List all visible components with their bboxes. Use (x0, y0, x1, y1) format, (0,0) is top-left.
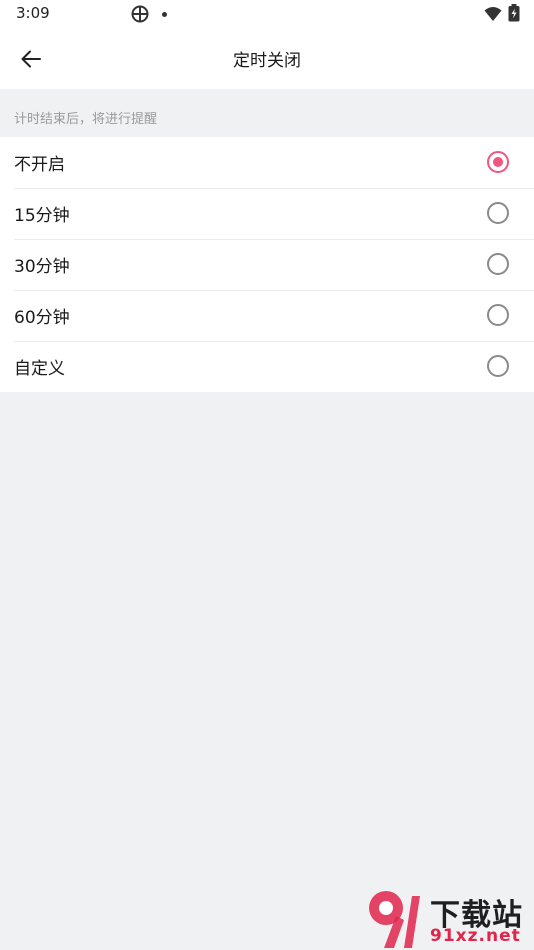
option-label: 60分钟 (14, 308, 70, 328)
vpn-icon (131, 5, 149, 23)
timer-options-list: 不开启 15分钟 30分钟 60分钟 自定义 (0, 137, 534, 392)
radio-checked-icon[interactable] (487, 151, 509, 173)
radio-unchecked-icon[interactable] (487, 253, 509, 275)
watermark-url: 91xz.net (430, 926, 521, 946)
option-15-min[interactable]: 15分钟 (0, 188, 534, 239)
option-label: 15分钟 (14, 206, 70, 226)
wifi-icon (484, 7, 502, 21)
page-title: 定时关闭 (233, 51, 301, 71)
option-label: 30分钟 (14, 257, 70, 277)
battery-charging-icon (508, 4, 520, 22)
radio-unchecked-icon[interactable] (487, 202, 509, 224)
option-label: 自定义 (14, 359, 65, 379)
option-custom[interactable]: 自定义 (0, 341, 534, 392)
radio-unchecked-icon[interactable] (487, 304, 509, 326)
app-bar: 定时关闭 (0, 28, 534, 89)
section-hint: 计时结束后，将进行提醒 (0, 89, 534, 137)
option-off[interactable]: 不开启 (0, 137, 534, 188)
option-30-min[interactable]: 30分钟 (0, 239, 534, 290)
radio-unchecked-icon[interactable] (487, 355, 509, 377)
notification-dot-icon (162, 12, 167, 17)
status-time: 3:09 (16, 4, 50, 22)
status-bar: 3:09 (0, 0, 534, 28)
watermark: 下载站 91xz.net (360, 886, 534, 950)
option-label: 不开启 (14, 155, 65, 175)
option-60-min[interactable]: 60分钟 (0, 290, 534, 341)
watermark-logo-icon (369, 891, 420, 948)
